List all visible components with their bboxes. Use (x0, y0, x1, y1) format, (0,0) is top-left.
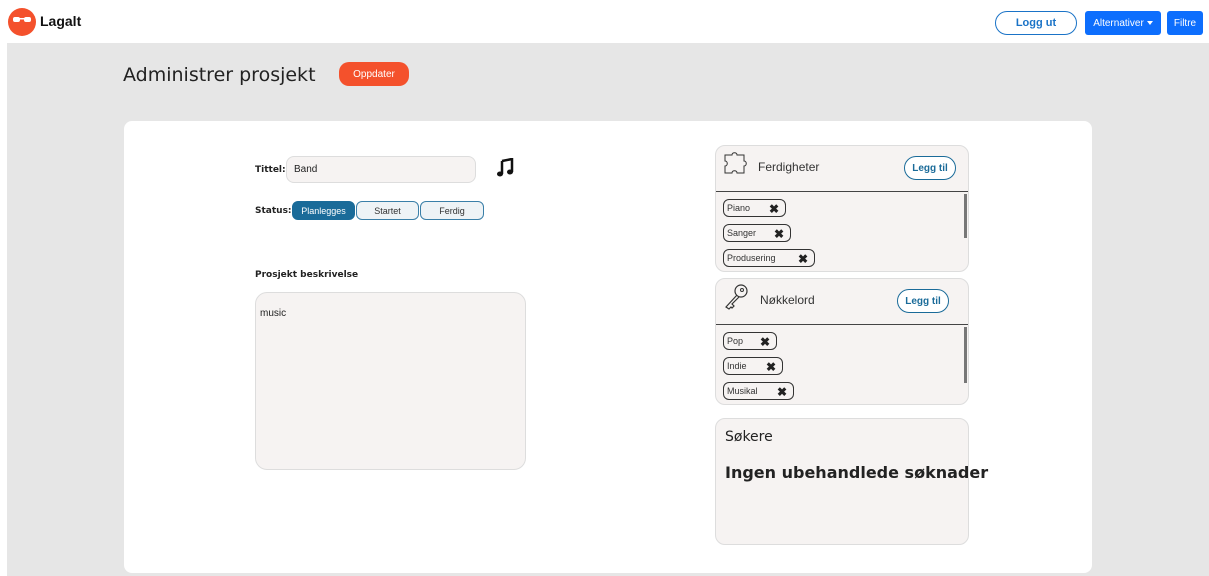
music-note-icon (497, 158, 514, 177)
close-x-icon[interactable]: ✖ (798, 252, 808, 266)
options-dropdown-button[interactable]: Alternativer (1085, 11, 1161, 35)
title-label: Tittel: (255, 165, 286, 175)
status-planlegges-button[interactable]: Planlegges (292, 201, 355, 220)
keywords-scrollbar[interactable] (964, 327, 967, 383)
close-x-icon[interactable]: ✖ (777, 385, 787, 399)
status-startet-button[interactable]: Startet (356, 201, 419, 220)
skill-tag: Piano ✖ (723, 199, 786, 217)
status-label: Status: (255, 206, 292, 216)
skill-tag: Produsering ✖ (723, 249, 815, 267)
skill-tag-label: Produsering (727, 253, 776, 263)
skills-panel: Ferdigheter Legg til Piano ✖ Sanger ✖ Pr… (715, 145, 969, 272)
description-textarea[interactable]: music (255, 292, 526, 470)
title-input[interactable]: Band (286, 156, 476, 183)
keyword-tag-label: Pop (727, 336, 744, 346)
logo-icon[interactable] (8, 8, 36, 36)
key-icon (725, 284, 748, 310)
options-label: Alternativer (1093, 17, 1144, 29)
update-button[interactable]: Oppdater (339, 62, 409, 86)
keywords-panel: Nøkkelord Legg til Pop ✖ Indie ✖ Musikal… (715, 278, 969, 405)
applicants-title: Søkere (725, 429, 773, 445)
status-ferdig-button[interactable]: Ferdig (420, 201, 484, 220)
skills-title: Ferdigheter (758, 160, 820, 174)
brand-name[interactable]: Lagalt (40, 13, 81, 29)
keyword-tag: Musikal ✖ (723, 382, 794, 400)
applicants-empty-text: Ingen ubehandlede søknader (725, 463, 989, 482)
keyword-tag: Pop ✖ (723, 332, 777, 350)
skills-scrollbar[interactable] (964, 194, 967, 238)
close-x-icon[interactable]: ✖ (769, 202, 779, 216)
keywords-title: Nøkkelord (760, 293, 815, 307)
description-label: Prosjekt beskrivelse (255, 270, 359, 280)
close-x-icon[interactable]: ✖ (774, 227, 784, 241)
keyword-tag: Indie ✖ (723, 357, 783, 375)
sunglasses-face-icon (13, 17, 31, 22)
filter-button[interactable]: Filtre (1167, 11, 1203, 35)
caret-down-icon (1146, 21, 1153, 25)
skill-tag-label: Sanger (727, 228, 757, 238)
puzzle-piece-icon (724, 152, 747, 174)
close-x-icon[interactable]: ✖ (766, 360, 776, 374)
logout-button[interactable]: Logg ut (995, 11, 1077, 35)
add-skill-button[interactable]: Legg til (904, 156, 956, 180)
add-keyword-button[interactable]: Legg til (897, 289, 949, 313)
keyword-tag-label: Musikal (727, 386, 758, 396)
close-x-icon[interactable]: ✖ (760, 335, 770, 349)
page-title: Administrer prosjekt (123, 64, 316, 86)
top-navbar: Lagalt Logg ut Alternativer Filtre (0, 0, 1209, 43)
keyword-tag-label: Indie (727, 361, 747, 371)
skill-tag-label: Piano (727, 203, 751, 213)
skill-tag: Sanger ✖ (723, 224, 791, 242)
